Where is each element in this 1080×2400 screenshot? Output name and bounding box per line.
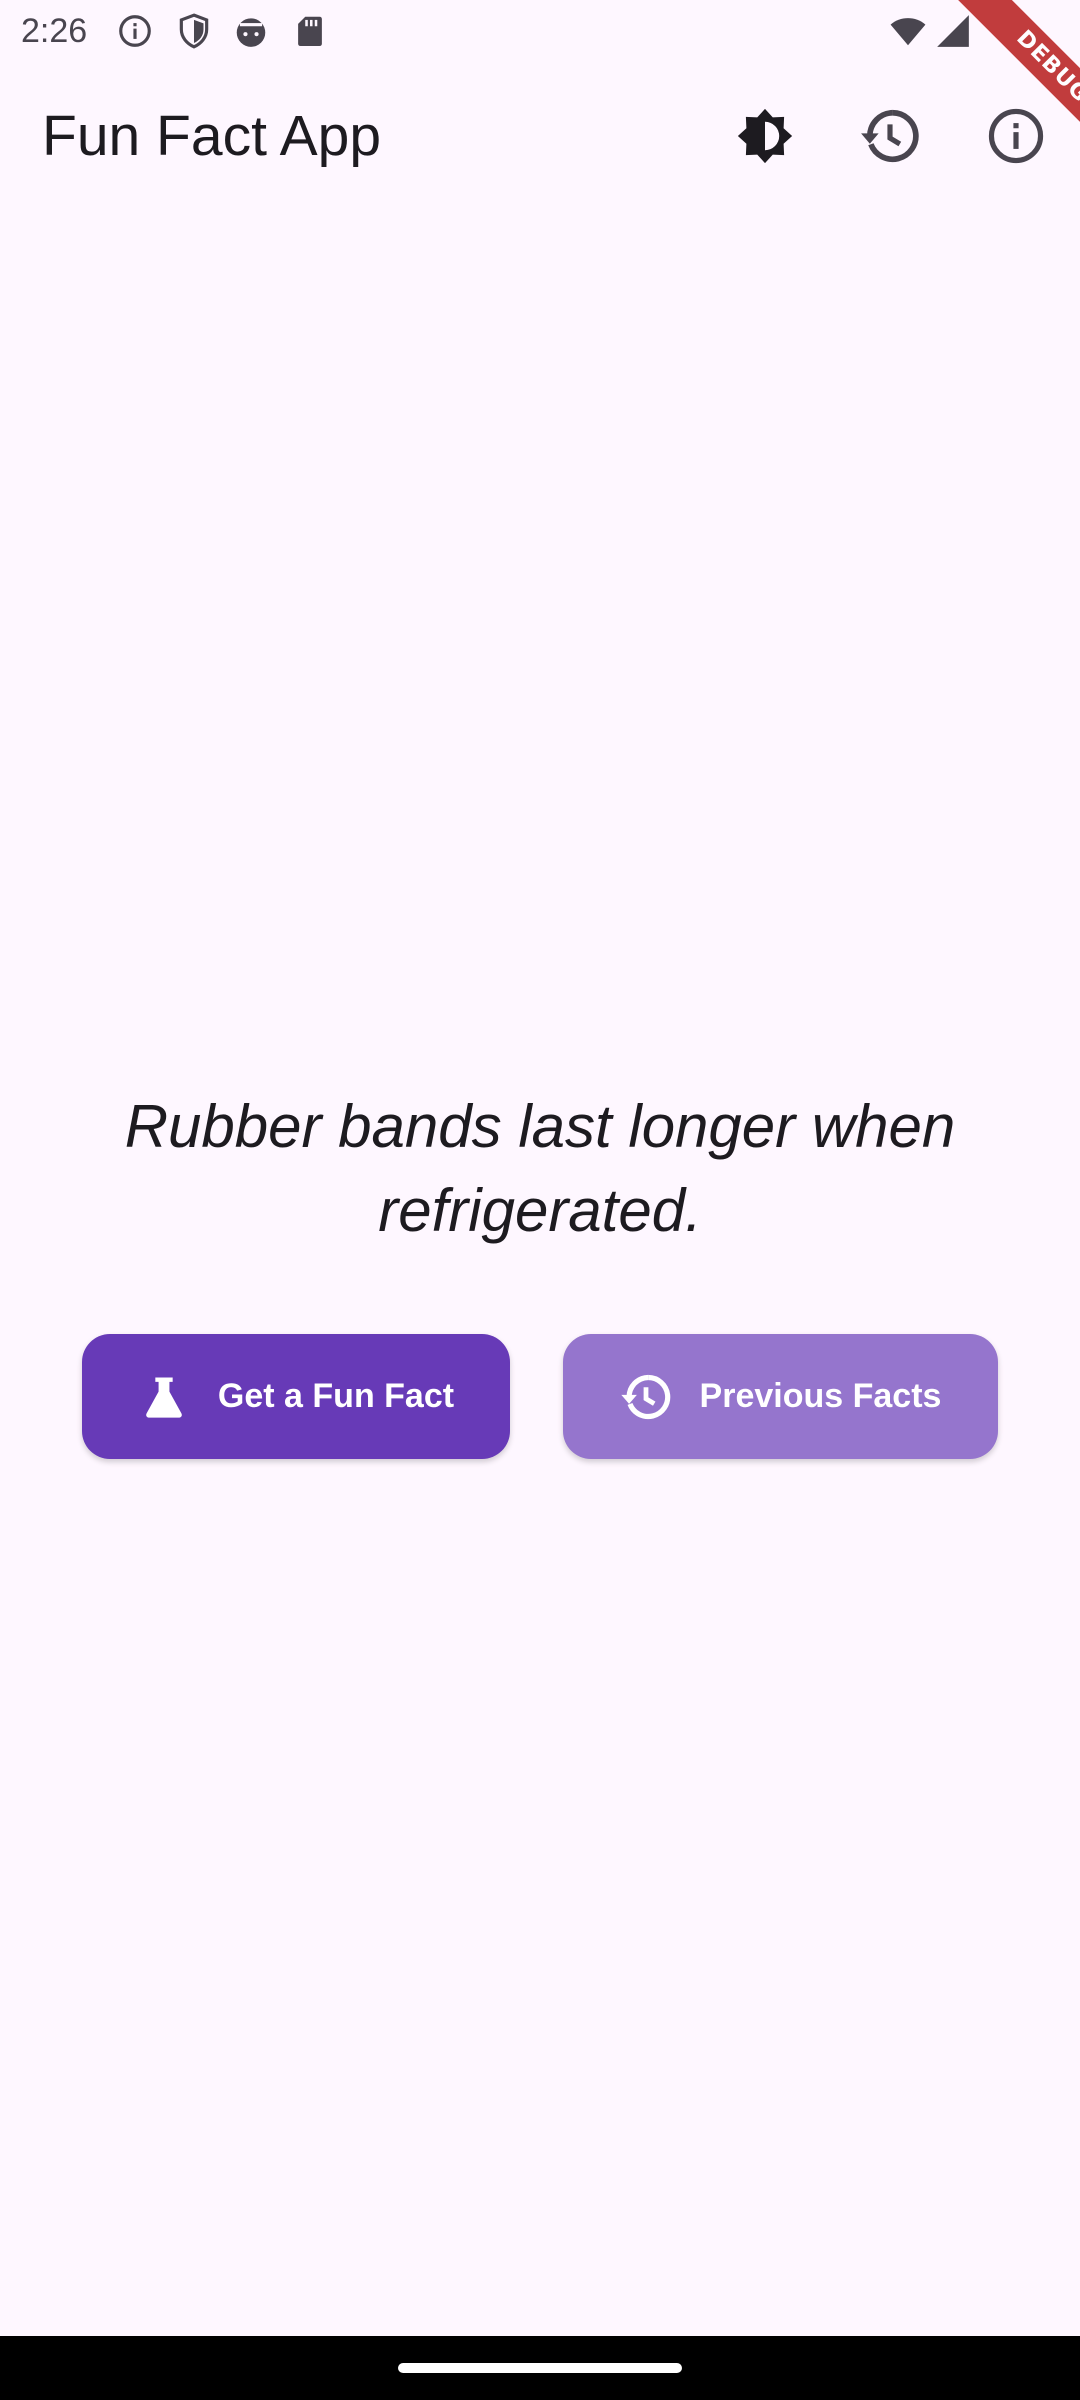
info-icon: [988, 108, 1044, 164]
get-fun-fact-label: Get a Fun Fact: [217, 1377, 455, 1415]
android-face-icon: [232, 12, 270, 50]
get-fun-fact-button[interactable]: Get a Fun Fact: [82, 1334, 510, 1459]
app-title: Fun Fact App: [42, 104, 382, 168]
home-gesture-handle[interactable]: [398, 2363, 682, 2373]
info-outline-icon: [116, 12, 154, 50]
app-bar: Fun Fact App: [0, 62, 1080, 210]
theme-toggle-button[interactable]: [729, 100, 801, 172]
info-button[interactable]: [980, 100, 1052, 172]
brightness-icon: [737, 108, 793, 164]
flask-icon: [138, 1371, 190, 1423]
sd-card-icon: [291, 12, 329, 50]
previous-facts-button[interactable]: Previous Facts: [563, 1334, 998, 1459]
signal-icon: [934, 12, 972, 50]
wifi-icon: [889, 12, 927, 50]
history-icon: [861, 109, 919, 163]
status-time: 2:26: [21, 12, 88, 50]
history-button[interactable]: [854, 100, 926, 172]
shield-icon: [175, 12, 213, 50]
fun-fact-text: Rubber bands last longer when refrigerat…: [124, 1093, 956, 1244]
previous-facts-label: Previous Facts: [699, 1377, 942, 1415]
status-bar: 2:26: [0, 0, 1080, 62]
navigation-bar: [0, 2336, 1080, 2400]
history-icon: [620, 1371, 672, 1423]
